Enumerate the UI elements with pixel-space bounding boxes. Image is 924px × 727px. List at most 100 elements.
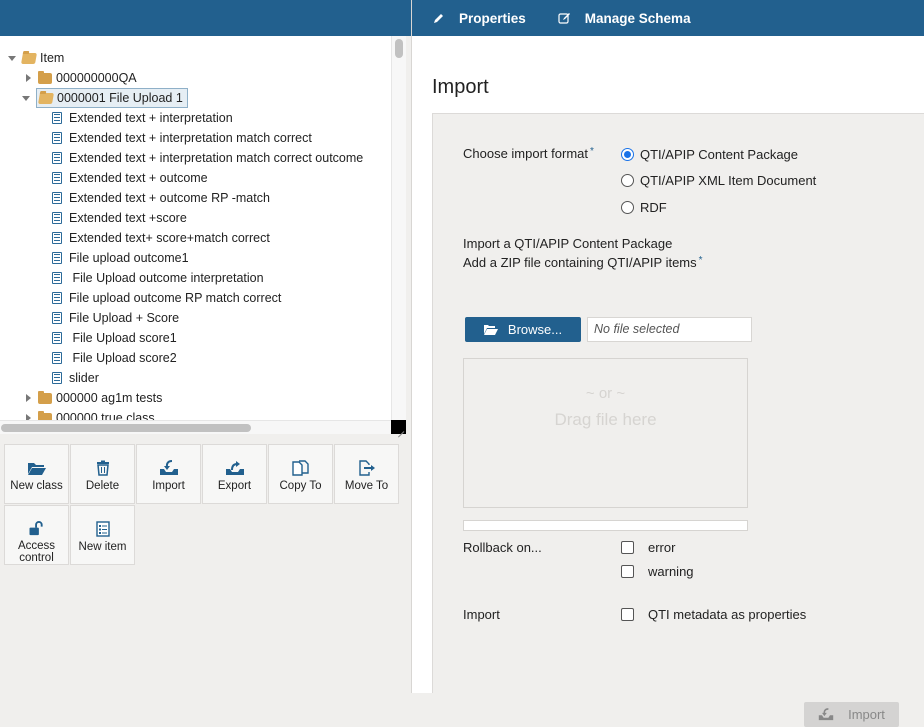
tree-item-label: Extended text + outcome RP -match: [69, 191, 270, 205]
tree-vertical-scrollbar[interactable]: [391, 36, 406, 420]
move-icon: [358, 460, 375, 476]
tab-manage-schema[interactable]: Manage Schema: [558, 11, 691, 26]
expand-icon[interactable]: [26, 394, 31, 402]
class-tree: Item 000000000QA 0000001 File Upload 1 E…: [0, 36, 406, 434]
radio-button[interactable]: [621, 174, 634, 187]
tree-node-label: 000000 ag1m tests: [56, 391, 163, 405]
tree-node-label: 0000001 File Upload 1: [57, 91, 183, 105]
file-input[interactable]: No file selected: [587, 317, 752, 342]
item-icon: [52, 112, 62, 124]
scrollbar-thumb[interactable]: [1, 424, 251, 432]
qti-metadata-option[interactable]: QTI metadata as properties: [621, 607, 806, 622]
format-option-rdf[interactable]: RDF: [621, 200, 667, 215]
tree-item[interactable]: File upload outcome1: [52, 248, 189, 268]
item-icon: [52, 352, 62, 364]
zip-label-text: Add a ZIP file containing QTI/APIP items: [463, 255, 697, 270]
tree-node-root[interactable]: Item: [8, 48, 64, 68]
new-class-button[interactable]: New class: [4, 444, 69, 504]
tree-item[interactable]: Extended text + outcome: [52, 168, 208, 188]
tree-item[interactable]: File Upload outcome interpretation: [52, 268, 264, 288]
action-label: Move To: [344, 480, 389, 492]
tree-item[interactable]: File Upload score1: [52, 328, 177, 348]
upload-progress-bar: [463, 520, 748, 531]
tree-item-label: slider: [69, 371, 99, 385]
tree-item[interactable]: slider: [52, 368, 99, 388]
checkbox-label: warning: [648, 564, 694, 579]
tree-node-label: Item: [40, 51, 65, 65]
checkbox[interactable]: [621, 565, 634, 578]
tree-item[interactable]: Extended text + outcome RP -match: [52, 188, 270, 208]
left-header-bar: [0, 0, 411, 36]
zip-label: Add a ZIP file containing QTI/APIP items…: [463, 255, 703, 270]
item-icon: [52, 212, 62, 224]
action-label: Export: [217, 480, 252, 492]
tree-item[interactable]: File Upload + Score: [52, 308, 179, 328]
tree-item-label: Extended text+ score+match correct: [69, 231, 270, 245]
item-icon: [52, 272, 62, 284]
browse-button[interactable]: Browse...: [465, 317, 581, 342]
tab-properties[interactable]: Properties: [433, 11, 526, 26]
tree-item-label: File upload outcome RP match correct: [69, 291, 282, 305]
tree-node-class[interactable]: 000000000QA: [24, 68, 137, 88]
required-marker: *: [590, 146, 594, 157]
item-icon: [52, 372, 62, 384]
radio-button[interactable]: [621, 148, 634, 161]
tree-item-label: Extended text + outcome: [69, 171, 208, 185]
move-to-button[interactable]: Move To: [334, 444, 399, 504]
tree-node-class[interactable]: 000000 ag1m tests: [24, 388, 162, 408]
tree-item[interactable]: File upload outcome RP match correct: [52, 288, 281, 308]
resize-handle[interactable]: [391, 420, 406, 434]
collapse-icon[interactable]: [8, 55, 16, 61]
tree-item[interactable]: Extended text + interpretation match cor…: [52, 148, 363, 168]
checkbox-label: error: [648, 540, 676, 555]
tree-item[interactable]: Extended text +score: [52, 208, 187, 228]
scrollbar-thumb[interactable]: [395, 39, 403, 58]
tree-node-class-selected[interactable]: 0000001 File Upload 1: [22, 88, 188, 108]
tree-item-label: Extended text + interpretation match cor…: [69, 151, 364, 165]
expand-icon[interactable]: [26, 74, 31, 82]
collapse-icon[interactable]: [22, 95, 30, 101]
action-label: New class: [10, 480, 63, 492]
tree-item[interactable]: Extended text+ score+match correct: [52, 228, 270, 248]
rollback-warning-option[interactable]: warning: [621, 564, 694, 579]
item-icon: [52, 232, 62, 244]
checkbox[interactable]: [621, 608, 634, 621]
main-content: Import Choose import format * QTI/APIP Co…: [412, 36, 924, 727]
checkbox[interactable]: [621, 541, 634, 554]
format-option-content-package[interactable]: QTI/APIP Content Package: [621, 147, 798, 162]
import-submit-button[interactable]: Import: [804, 702, 899, 727]
import-icon: [159, 460, 178, 475]
trash-icon: [96, 460, 109, 476]
export-button[interactable]: Export: [202, 444, 267, 504]
radio-button[interactable]: [621, 201, 634, 214]
pencil-icon: [434, 14, 443, 23]
tree-item[interactable]: Extended text + interpretation match cor…: [52, 128, 312, 148]
folder-open-icon: [27, 463, 46, 475]
action-label: Import: [152, 480, 185, 492]
file-dropzone[interactable]: ~ or ~ Drag file here: [463, 358, 748, 508]
delete-button[interactable]: Delete: [70, 444, 135, 504]
tab-label: Manage Schema: [584, 10, 691, 26]
tree-item[interactable]: File Upload score2: [52, 348, 177, 368]
item-icon: [52, 292, 62, 304]
tree-item[interactable]: Extended text + interpretation: [52, 108, 233, 128]
tree-horizontal-scrollbar[interactable]: [0, 420, 391, 434]
format-option-xml-item[interactable]: QTI/APIP XML Item Document: [621, 173, 816, 188]
export-icon: [225, 461, 244, 475]
rollback-error-option[interactable]: error: [621, 540, 675, 555]
import-button[interactable]: Import: [136, 444, 201, 504]
required-marker: *: [698, 255, 703, 266]
left-panel: Item 000000000QA 0000001 File Upload 1 E…: [0, 0, 411, 693]
new-item-button[interactable]: New item: [70, 505, 135, 565]
access-control-button[interactable]: Access control: [4, 505, 69, 565]
folder-icon: [38, 390, 52, 404]
item-icon: [52, 132, 62, 144]
folder-open-icon: [38, 92, 54, 104]
tree-item-label: File Upload + Score: [69, 311, 180, 325]
copy-to-button[interactable]: Copy To: [268, 444, 333, 504]
radio-label: QTI/APIP XML Item Document: [640, 173, 817, 188]
folder-open-icon: [483, 325, 498, 335]
radio-label: RDF: [640, 200, 667, 215]
item-icon: [52, 172, 62, 184]
action-label: Delete: [85, 480, 120, 492]
